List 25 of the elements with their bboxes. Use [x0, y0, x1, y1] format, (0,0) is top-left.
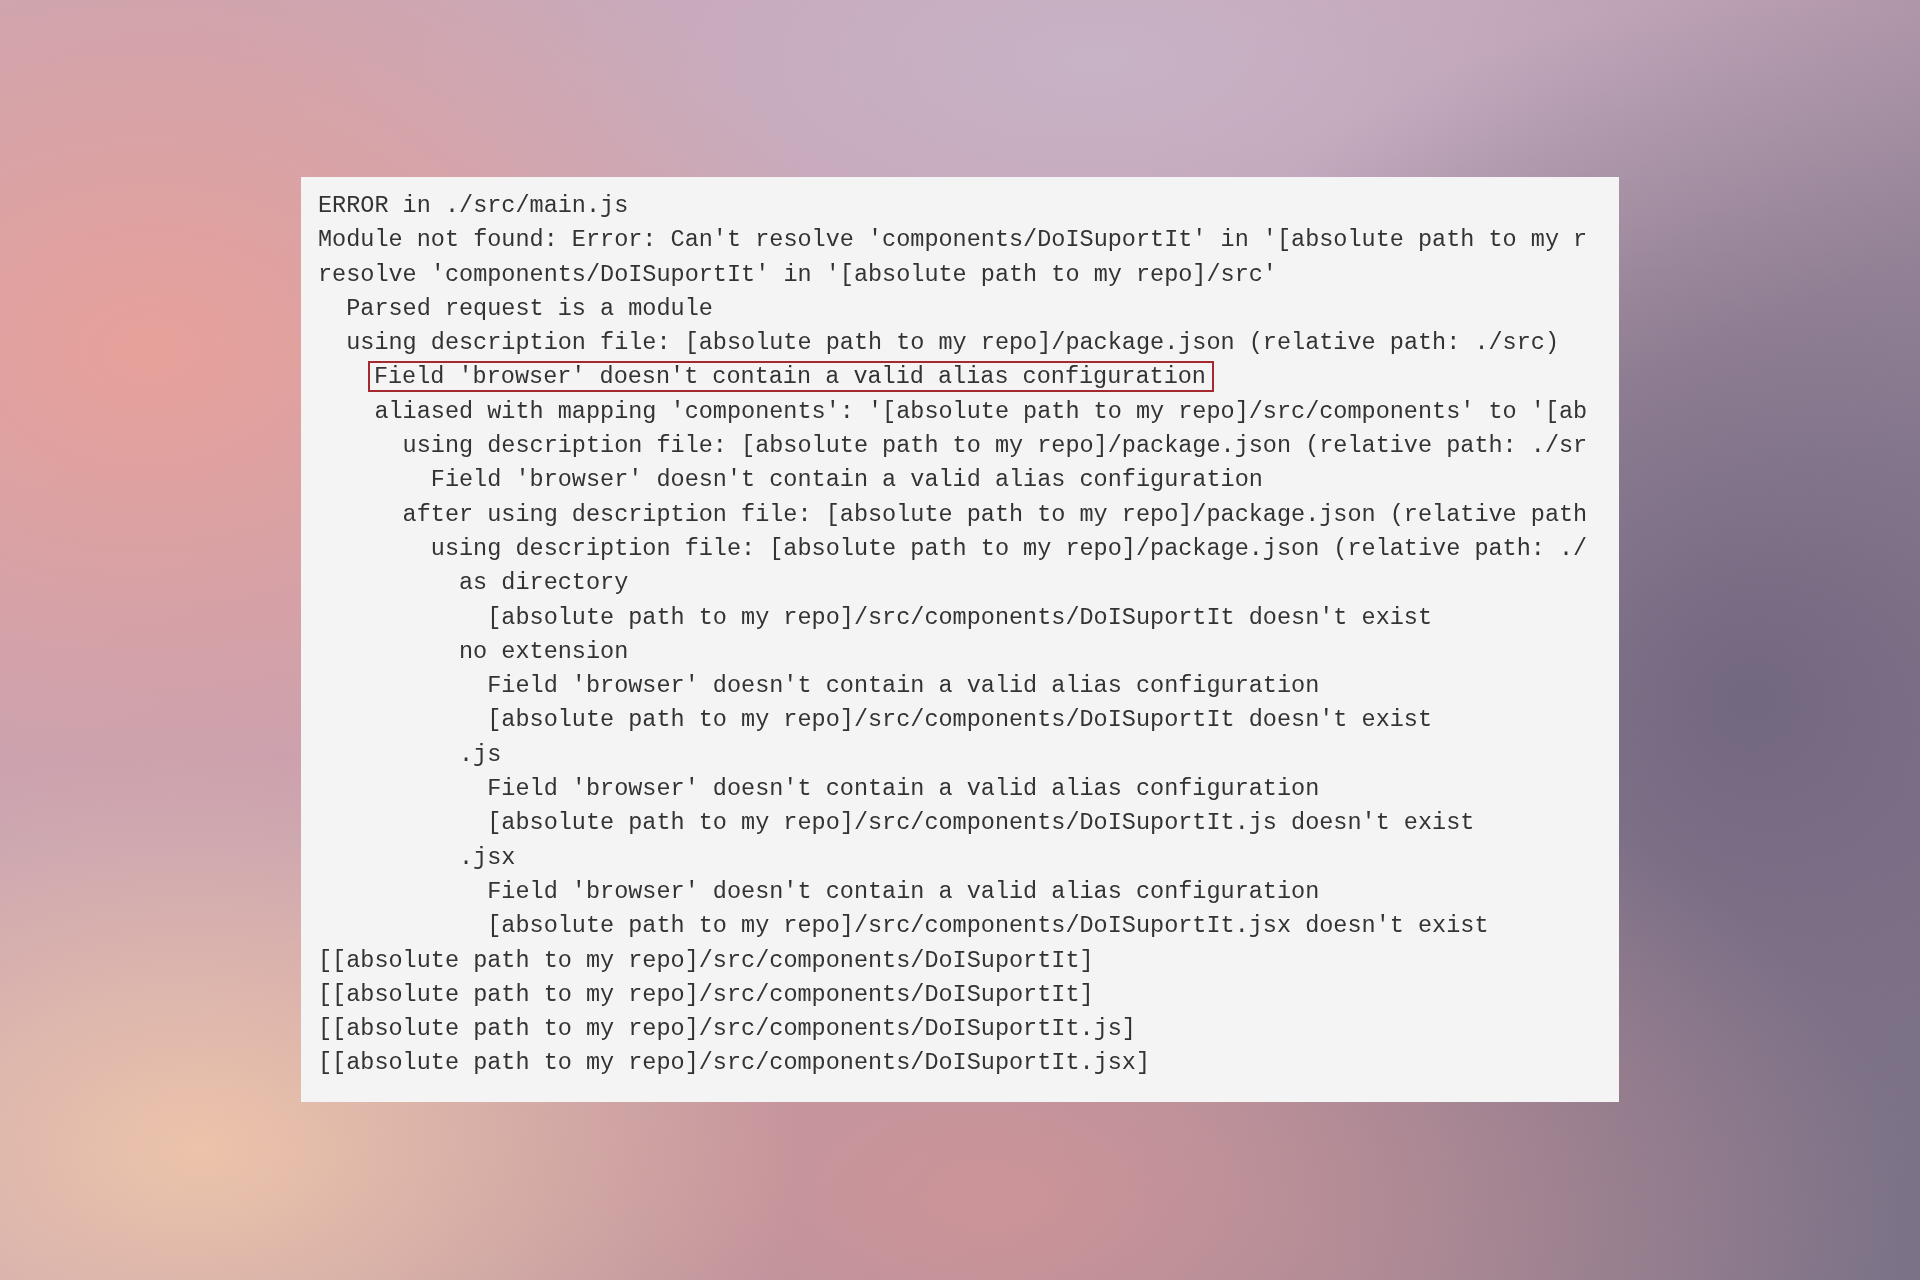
- log-line: [absolute path to my repo]/src/components/DoISuportIt doesn't exist: [487, 602, 1433, 633]
- log-line: .js: [459, 739, 502, 770]
- log-line: [[absolute path to my repo]/src/components/DoISuportIt]: [318, 945, 1094, 976]
- log-line: [absolute path to my repo]/src/components/DoISuportIt.js doesn't exist: [487, 808, 1475, 839]
- log-line: Field 'browser' doesn't contain a valid alias configuration: [430, 465, 1263, 496]
- log-line: Module not found: Error: Can't resolve 'components/DoISuportIt' in '[absolute path to my r: [318, 225, 1588, 256]
- log-line: Field 'browser' doesn't contain a valid alias configuration: [487, 876, 1320, 907]
- log-line: using description file: [absolute path to my repo]/package.json (relative path: ./: [430, 533, 1588, 564]
- log-line: [[absolute path to my repo]/src/components/DoISuportIt.jsx]: [318, 1048, 1151, 1079]
- log-line: [[absolute path to my repo]/src/components/DoISuportIt]: [318, 979, 1094, 1010]
- log-line: Parsed request is a module: [346, 293, 713, 324]
- log-line: [absolute path to my repo]/src/components/DoISuportIt doesn't exist: [487, 705, 1433, 736]
- log-line: Field 'browser' doesn't contain a valid alias configuration: [487, 774, 1320, 805]
- log-line: Field 'browser' doesn't contain a valid alias configuration: [487, 671, 1320, 702]
- log-line: .jsx: [459, 842, 516, 873]
- log-line: [[absolute path to my repo]/src/components/DoISuportIt.js]: [318, 1014, 1136, 1045]
- log-line: as directory: [459, 568, 629, 599]
- log-line: aliased with mapping 'components': '[absolute path to my repo]/src/components' to '[ab: [374, 396, 1588, 427]
- log-line: using description file: [absolute path to my repo]/package.json (relative path: ./src): [346, 328, 1559, 359]
- log-line: after using description file: [absolute path to my repo]/package.json (relative path: [402, 499, 1588, 530]
- log-line: resolve 'components/DoISuportIt' in '[absolute path to my repo]/src': [318, 259, 1277, 290]
- log-line: no extension: [459, 636, 629, 667]
- log-line: [absolute path to my repo]/src/components/DoISuportIt.jsx doesn't exist: [487, 911, 1489, 942]
- log-line: ERROR in ./src/main.js: [318, 191, 629, 221]
- log-line: using description file: [absolute path to my repo]/package.json (relative path: ./sr: [402, 431, 1588, 462]
